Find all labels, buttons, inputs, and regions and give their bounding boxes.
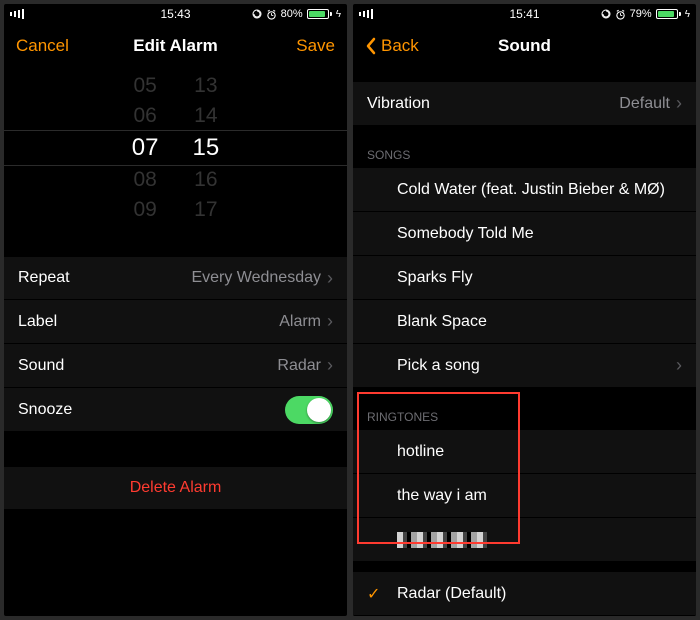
save-button[interactable]: Save: [296, 36, 335, 56]
ringtone-row-selected[interactable]: ✓ Radar (Default): [353, 572, 696, 616]
snooze-toggle[interactable]: [285, 396, 333, 424]
chevron-right-icon: ›: [327, 355, 333, 376]
sound-row[interactable]: Sound Radar ›: [4, 344, 347, 388]
label-row[interactable]: Label Alarm ›: [4, 300, 347, 344]
charging-icon: ϟ: [336, 9, 341, 20]
edit-alarm-screen: 15:43 80% ϟ Cancel Edit Alarm Save 04 05…: [4, 4, 347, 616]
song-row[interactable]: Sparks Fly: [353, 256, 696, 300]
cancel-button[interactable]: Cancel: [16, 36, 69, 56]
chevron-right-icon: ›: [676, 355, 682, 376]
charging-icon: ϟ: [685, 9, 690, 20]
snooze-row: Snooze: [4, 388, 347, 432]
battery-percent: 80%: [281, 8, 303, 20]
repeat-label: Repeat: [18, 269, 70, 287]
status-bar: 15:41 79% ϟ: [353, 4, 696, 24]
sound-label: Sound: [18, 357, 64, 375]
check-icon: ✓: [367, 584, 380, 604]
label-value: Alarm: [279, 313, 321, 331]
battery-percent: 79%: [630, 8, 652, 20]
repeat-row[interactable]: Repeat Every Wednesday ›: [4, 256, 347, 300]
alarm-icon: [615, 9, 626, 20]
ringtone-row[interactable]: hotline: [353, 430, 696, 474]
battery-icon: [307, 9, 332, 19]
chevron-left-icon: [365, 37, 377, 55]
ringtone-row[interactable]: [353, 518, 696, 562]
vibration-value: Default: [619, 95, 670, 113]
vibration-label: Vibration: [367, 95, 430, 113]
hour-column[interactable]: 04 05 06 07 08 09 10: [132, 68, 159, 228]
ringtone-row[interactable]: the way i am: [353, 474, 696, 518]
label-label: Label: [18, 313, 57, 331]
sound-value: Radar: [277, 357, 321, 375]
repeat-value: Every Wednesday: [191, 269, 321, 287]
chevron-right-icon: ›: [327, 311, 333, 332]
song-row[interactable]: Cold Water (feat. Justin Bieber & MØ): [353, 168, 696, 212]
songs-header: SONGS: [353, 126, 696, 168]
pick-song-row[interactable]: Pick a song ›: [353, 344, 696, 388]
redacted-text: [397, 532, 487, 548]
sound-screen: 15:41 79% ϟ Back Sound Vibration Def: [353, 4, 696, 616]
battery-icon: [656, 9, 681, 19]
lock-icon: [601, 9, 611, 19]
alarm-icon: [266, 9, 277, 20]
time-picker[interactable]: 04 05 06 07 08 09 10 12 13 14 15 16 17 1…: [4, 68, 347, 228]
snooze-label: Snooze: [18, 401, 72, 419]
nav-bar: Cancel Edit Alarm Save: [4, 24, 347, 68]
nav-bar: Back Sound: [353, 24, 696, 68]
song-row[interactable]: Somebody Told Me: [353, 212, 696, 256]
ringtones-header: RINGTONES: [353, 388, 696, 430]
status-bar: 15:43 80% ϟ: [4, 4, 347, 24]
back-button[interactable]: Back: [365, 36, 419, 56]
chevron-right-icon: ›: [676, 93, 682, 114]
minute-column[interactable]: 12 13 14 15 16 17 18: [193, 68, 220, 228]
song-row[interactable]: Blank Space: [353, 300, 696, 344]
vibration-row[interactable]: Vibration Default ›: [353, 82, 696, 126]
lock-icon: [252, 9, 262, 19]
chevron-right-icon: ›: [327, 268, 333, 289]
delete-alarm-button[interactable]: Delete Alarm: [4, 466, 347, 510]
